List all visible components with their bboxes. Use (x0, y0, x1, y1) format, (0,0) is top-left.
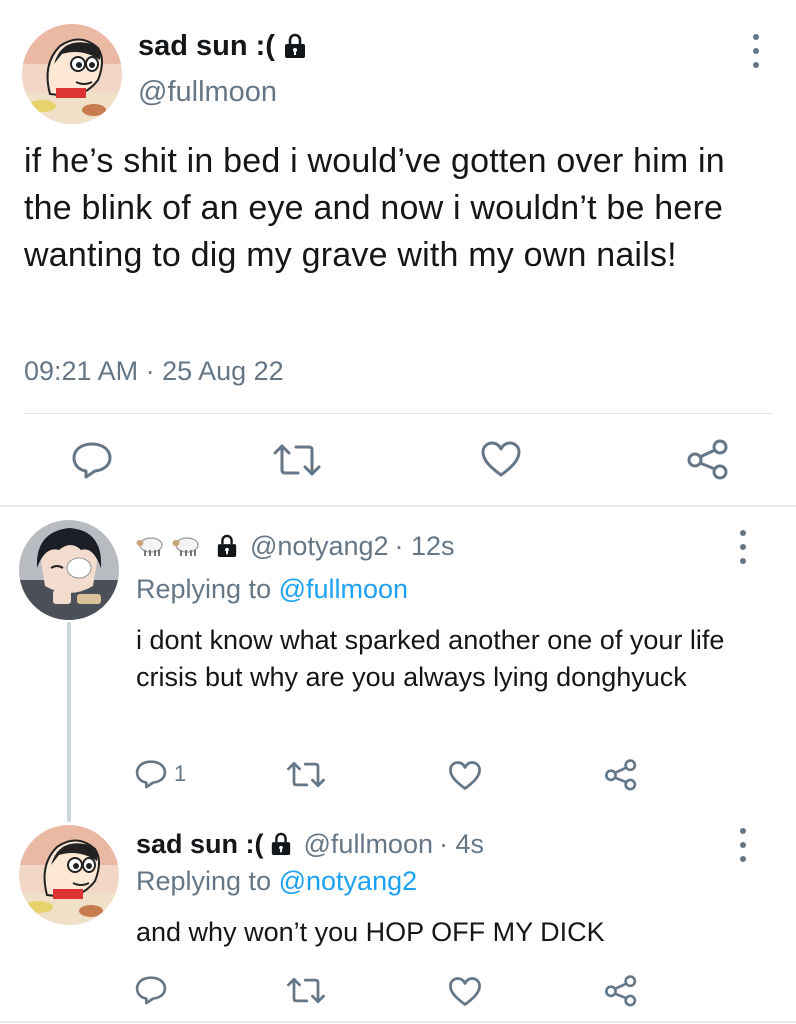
retweet-icon (287, 977, 325, 1004)
share-button[interactable] (604, 974, 638, 1007)
like-button[interactable] (480, 440, 522, 478)
lock-icon (216, 534, 238, 558)
replying-to-label: Replying to (136, 866, 272, 896)
reply-text: i dont know what sparked another one of … (136, 625, 725, 692)
sheep-emoji-icon (172, 534, 202, 558)
share-button[interactable] (686, 438, 730, 480)
more-options-icon[interactable] (737, 828, 749, 862)
reply-icon (135, 760, 167, 789)
share-icon (687, 439, 728, 480)
tweet-timestamp[interactable]: 09:21 AM · 25 Aug 22 (24, 356, 284, 387)
like-icon (449, 761, 481, 790)
reply-time: · 4s (438, 828, 484, 859)
like-icon (481, 441, 521, 477)
author-handle[interactable]: @fullmoon (304, 829, 433, 860)
reply-icon (135, 976, 167, 1005)
more-options-icon[interactable] (750, 34, 762, 68)
display-name[interactable]: sad sun :( (136, 829, 264, 860)
avatar[interactable] (19, 520, 119, 620)
avatar[interactable] (22, 24, 122, 124)
retweet-icon (273, 444, 321, 476)
share-icon (605, 975, 637, 1007)
like-button[interactable] (448, 976, 482, 1007)
share-icon (605, 759, 637, 791)
share-button[interactable] (604, 758, 638, 791)
sheep-emoji-icon (136, 534, 166, 558)
replying-to: Replying to @notyang2 (136, 866, 417, 897)
reply-text: and why won’t you HOP OFF MY DICK (136, 917, 605, 947)
like-button[interactable] (448, 760, 482, 791)
reply-button[interactable] (70, 440, 114, 480)
tweet-text: if he’s shit in bed i would’ve gotten ov… (24, 142, 725, 274)
retweet-icon (287, 761, 325, 788)
retweet-button[interactable] (272, 442, 322, 478)
tweet-thread-view: sad sun :( @fullmoon if he’s shit in bed… (0, 0, 796, 1024)
author-handle[interactable]: @notyang2 (250, 531, 389, 562)
divider (0, 505, 796, 507)
reply-button[interactable] (134, 974, 168, 1006)
divider (0, 1021, 796, 1023)
lock-icon (270, 832, 292, 856)
like-icon (449, 977, 481, 1006)
reply-header: @notyang2 · 12s (136, 528, 455, 564)
retweet-button[interactable] (286, 976, 326, 1005)
divider (24, 413, 772, 414)
replying-to-link[interactable]: @fullmoon (279, 574, 408, 604)
reply-header: sad sun :( @fullmoon · 4s (136, 826, 484, 862)
lock-icon (283, 33, 307, 59)
more-options-icon[interactable] (737, 530, 749, 564)
main-tweet: sad sun :( @fullmoon if he’s shit in bed… (0, 0, 796, 505)
author-name-row: sad sun :( (138, 26, 307, 66)
replying-to-label: Replying to (136, 574, 272, 604)
reply-count: 1 (174, 761, 187, 786)
author-handle[interactable]: @fullmoon (138, 76, 277, 109)
replying-to: Replying to @fullmoon (136, 574, 408, 605)
retweet-button[interactable] (286, 760, 326, 789)
avatar[interactable] (19, 825, 119, 925)
reply-button[interactable]: 1 (134, 758, 186, 790)
thread-line (67, 622, 71, 822)
replying-to-link[interactable]: @notyang2 (279, 866, 418, 896)
reply-time: · 12s (394, 530, 455, 561)
reply-icon (72, 442, 112, 479)
display-name[interactable]: sad sun :( (138, 30, 275, 63)
